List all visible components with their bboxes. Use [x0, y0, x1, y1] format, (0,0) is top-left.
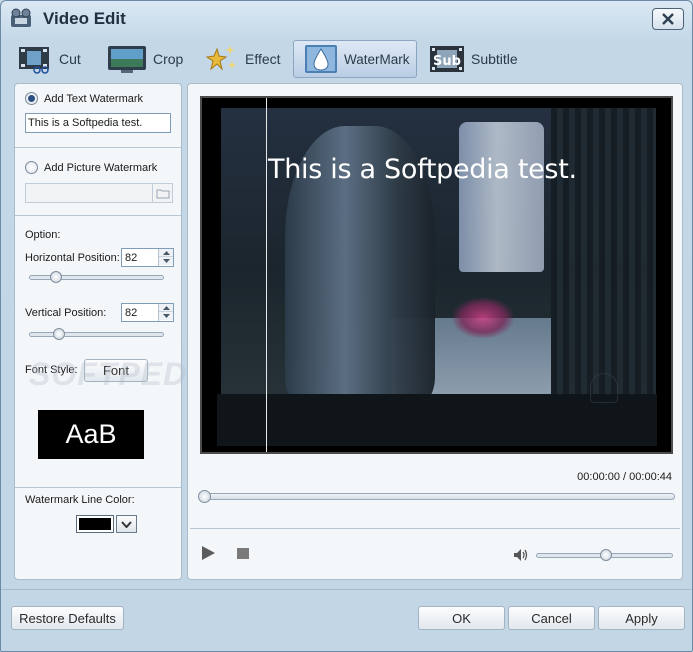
apply-button[interactable]: Apply [598, 606, 685, 630]
text-watermark-radio[interactable] [25, 92, 38, 105]
tab-subtitle[interactable]: Sub Subtitle [429, 40, 529, 78]
app-film-reel-icon [11, 8, 31, 27]
horizontal-position-spinner[interactable]: 82 [121, 248, 174, 267]
tab-watermark[interactable]: WaterMark [293, 40, 417, 78]
browse-button[interactable] [152, 183, 173, 203]
seek-thumb[interactable] [198, 490, 211, 503]
spinner-up-arrow-icon[interactable] [159, 304, 173, 312]
restore-defaults-button[interactable]: Restore Defaults [11, 606, 124, 630]
watermark-options-panel: Add Text Watermark This is a Softpedia t… [14, 83, 182, 580]
volume-icon[interactable] [513, 548, 529, 562]
folder-icon [156, 189, 170, 198]
video-image [221, 108, 656, 404]
divider [15, 487, 181, 488]
volume-slider[interactable] [536, 549, 673, 561]
spinner-up-arrow-icon[interactable] [159, 249, 173, 257]
option-label: Option: [25, 229, 61, 241]
window-title: Video Edit [43, 9, 126, 28]
tab-cut-label: Cut [59, 51, 81, 67]
cancel-button[interactable]: Cancel [508, 606, 595, 630]
divider [15, 215, 181, 216]
horizontal-position-value: 82 [125, 252, 138, 264]
tab-watermark-label: WaterMark [344, 51, 410, 67]
watermark-overlay-text[interactable]: This is a Softpedia test. [268, 154, 577, 185]
time-separator: / [623, 471, 627, 483]
tab-crop[interactable]: Crop [107, 40, 197, 78]
spinner-buttons [158, 304, 173, 321]
volume-slider-thumb[interactable] [600, 549, 612, 561]
watermark-line-color-label: Watermark Line Color: [25, 494, 135, 506]
divider [15, 147, 181, 148]
picture-path-input[interactable] [25, 183, 173, 203]
tab-effect[interactable]: Effect [205, 40, 289, 78]
stop-icon[interactable] [237, 548, 249, 559]
close-icon [662, 13, 674, 25]
divider [190, 528, 680, 529]
subtitle-film-icon: Sub [430, 46, 464, 72]
line-color-swatch[interactable] [76, 515, 114, 533]
text-watermark-input[interactable]: This is a Softpedia test. [25, 113, 171, 133]
font-preview: AaB [38, 410, 144, 459]
picture-watermark-radio[interactable] [25, 161, 38, 174]
picture-watermark-radio-row[interactable]: Add Picture Watermark [25, 161, 157, 174]
current-time: 00:00:00 [577, 471, 620, 483]
play-icon[interactable] [200, 545, 216, 561]
channel-logo-icon [590, 373, 618, 403]
vertical-position-slider[interactable] [29, 328, 164, 340]
horizontal-position-slider[interactable] [29, 271, 164, 283]
total-time: 00:00:44 [629, 471, 672, 483]
tab-bar: Cut Crop Effect WaterMark Sub Subtitle [9, 38, 686, 80]
vertical-position-spinner[interactable]: 82 [121, 303, 174, 322]
ok-button[interactable]: OK [418, 606, 505, 630]
crop-monitor-icon [108, 46, 146, 73]
picture-watermark-label: Add Picture Watermark [44, 161, 158, 174]
spinner-buttons [158, 249, 173, 266]
film-scissors-icon [19, 47, 49, 74]
text-watermark-radio-row[interactable]: Add Text Watermark [25, 92, 143, 105]
water-drop-icon [305, 45, 337, 73]
subtitle-icon-text: Sub [433, 54, 461, 69]
video-edit-window: Video Edit Cut Crop Effect WaterMark Sub… [0, 0, 693, 652]
line-color-dropdown[interactable] [116, 515, 137, 533]
divider [1, 589, 692, 590]
line-color-fill [79, 518, 111, 530]
tab-effect-label: Effect [245, 51, 281, 67]
vertical-slider-thumb[interactable] [53, 328, 65, 340]
horizontal-position-label: Horizontal Position: [25, 252, 120, 264]
tab-cut[interactable]: Cut [17, 40, 105, 78]
watermark-guide-line[interactable] [266, 98, 267, 452]
chevron-down-icon [121, 520, 132, 528]
tab-crop-label: Crop [153, 51, 184, 67]
horizontal-slider-thumb[interactable] [50, 271, 62, 283]
text-watermark-label: Add Text Watermark [44, 92, 144, 105]
seek-bar[interactable] [198, 490, 675, 503]
close-button[interactable] [652, 8, 684, 30]
sparkle-stars-icon [205, 45, 236, 71]
vertical-position-label: Vertical Position: [25, 307, 107, 319]
vertical-position-value: 82 [125, 307, 138, 319]
spinner-down-arrow-icon[interactable] [159, 312, 173, 320]
time-display: 00:00:00 / 00:00:44 [577, 471, 672, 483]
video-preview-panel: This is a Softpedia test. 00:00:00 / 00:… [187, 83, 683, 580]
video-frame: This is a Softpedia test. [200, 96, 673, 454]
spinner-down-arrow-icon[interactable] [159, 257, 173, 265]
title-bar: Video Edit [1, 1, 692, 37]
tab-subtitle-label: Subtitle [471, 51, 518, 67]
